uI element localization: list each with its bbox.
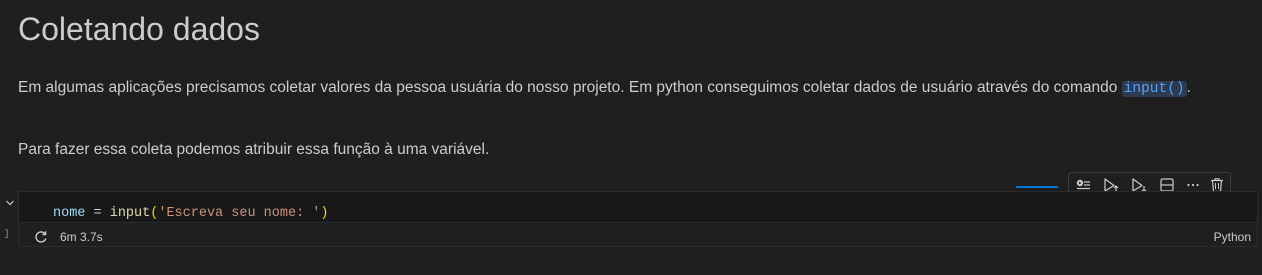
markdown-paragraph-2: Para fazer essa coleta podemos atribuir … [18,141,490,158]
token-paren-close: ) [320,206,329,221]
execution-count-bracket: ] [4,229,10,239]
paragraph-1-text: Em algumas aplicações precisamos coletar… [18,79,1122,96]
markdown-paragraph-1: Em algumas aplicações precisamos coletar… [18,77,1243,100]
cell-focus-indicator [1016,186,1058,188]
inline-code-input: input() [1121,81,1187,97]
cell-status-bar: 6m 3.7s Python [19,228,1257,246]
paragraph-1-end: . [1186,79,1191,96]
markdown-heading: Coletando dados [18,11,260,47]
token-operator: = [85,206,110,221]
refresh-icon [33,229,49,245]
token-function: input [109,206,151,221]
language-selector[interactable]: Python [1214,230,1251,244]
collapse-chevron-icon[interactable] [4,196,16,208]
code-cell[interactable]: nome = input('Escreva seu nome: ') 6m 3.… [18,191,1258,247]
code-editor[interactable]: nome = input('Escreva seu nome: ') [19,192,1257,223]
execution-time: 6m 3.7s [60,230,103,244]
token-string: 'Escreva seu nome: ' [158,206,321,221]
code-line: nome = input('Escreva seu nome: ') [53,206,328,222]
notebook-view: Coletando dados Em algumas aplicações pr… [0,0,1262,275]
token-variable: nome [53,206,86,221]
